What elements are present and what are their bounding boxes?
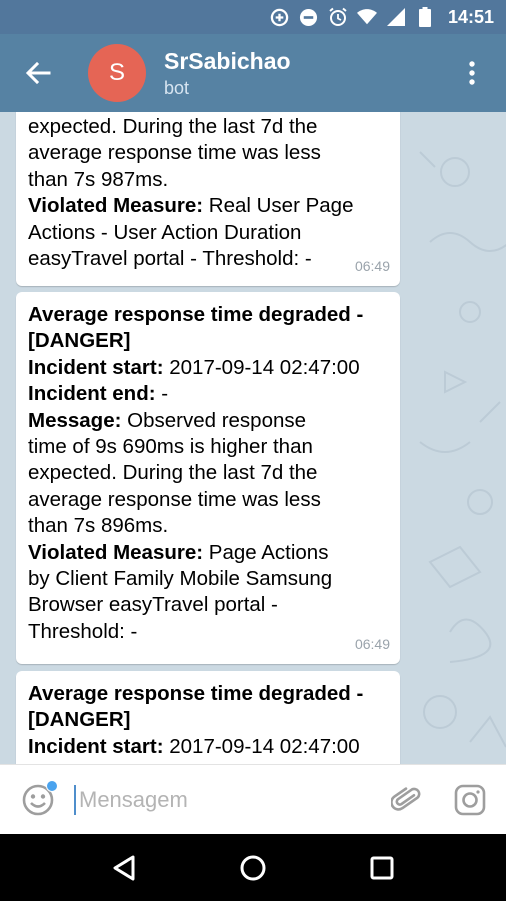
camera-icon bbox=[454, 784, 486, 815]
attach-button[interactable] bbox=[386, 780, 426, 820]
message-line: easyTravel portal - Threshold: - bbox=[28, 247, 312, 271]
instagram-camera-button[interactable] bbox=[450, 780, 490, 820]
message-line: expected. During the last 7d the bbox=[28, 115, 318, 138]
message-line: than 7s 987ms. bbox=[28, 167, 169, 191]
chat-title-block[interactable]: SrSabichao bot bbox=[164, 48, 452, 99]
message-line: Message: Observed response bbox=[28, 408, 307, 432]
paperclip-icon bbox=[391, 786, 421, 811]
back-arrow-icon bbox=[25, 62, 51, 84]
recents-square-icon bbox=[370, 856, 394, 879]
message-line: by Client Family Mobile Samsung bbox=[28, 567, 333, 591]
chat-subtitle: bot bbox=[164, 77, 190, 98]
message-line: average response time was less bbox=[28, 487, 321, 511]
message-line: average response time was less bbox=[28, 141, 321, 165]
message-line: time of 9s 690ms is higher than bbox=[28, 435, 313, 459]
message-line: [DANGER] bbox=[28, 708, 131, 732]
data-saver-icon bbox=[270, 7, 290, 27]
signal-icon bbox=[386, 7, 406, 27]
avatar-letter: S bbox=[108, 59, 125, 86]
status-time: 14:51 bbox=[447, 6, 494, 27]
chat-title: SrSabichao bbox=[164, 47, 291, 74]
nav-back-button[interactable] bbox=[99, 843, 149, 893]
message-line: Average response time degraded - bbox=[28, 682, 364, 705]
nav-home-button[interactable] bbox=[228, 843, 278, 893]
message-line: Violated Measure: Page Actions bbox=[28, 540, 329, 564]
message-line: Violated Measure: Real User Page bbox=[28, 194, 354, 218]
message-line: [DANGER] bbox=[28, 329, 131, 353]
message-input-bar: Mensagem bbox=[0, 764, 506, 834]
avatar[interactable]: S bbox=[88, 44, 146, 102]
back-triangle-icon bbox=[113, 855, 135, 880]
text-cursor bbox=[74, 784, 76, 815]
message-bubble[interactable]: Average response time degraded - [DANGER… bbox=[16, 292, 400, 664]
status-bar: 14:51 bbox=[0, 0, 506, 34]
chat-area[interactable]: expected. During the last 7d the average… bbox=[0, 112, 506, 764]
more-vert-icon bbox=[469, 61, 475, 85]
message-bubble[interactable]: Average response time degraded - [DANGER… bbox=[16, 671, 400, 764]
more-menu-button[interactable] bbox=[452, 45, 492, 101]
message-line: Browser easyTravel portal - bbox=[28, 593, 278, 617]
wifi-icon bbox=[356, 7, 377, 27]
notification-dot bbox=[46, 779, 58, 792]
message-time: 06:49 bbox=[354, 257, 390, 274]
emoji-button[interactable] bbox=[18, 779, 58, 820]
message-bubble[interactable]: expected. During the last 7d the average… bbox=[16, 112, 400, 286]
system-nav-bar bbox=[0, 834, 506, 901]
message-line: Threshold: - bbox=[28, 619, 138, 643]
message-line: Actions - User Action Duration bbox=[28, 220, 302, 244]
message-input[interactable]: Mensagem bbox=[74, 780, 386, 820]
message-line: Average response time degraded - bbox=[28, 303, 364, 326]
battery-icon bbox=[415, 7, 435, 27]
message-line: Incident end: - bbox=[28, 382, 169, 406]
back-button[interactable] bbox=[10, 45, 66, 101]
message-line: Incident start: 2017-09-14 02:47:00 bbox=[28, 734, 360, 758]
home-circle-icon bbox=[240, 855, 266, 880]
alarm-icon bbox=[328, 7, 348, 27]
message-line: expected. During the last 7d the bbox=[28, 461, 318, 485]
message-placeholder: Mensagem bbox=[79, 786, 188, 812]
message-time: 06:49 bbox=[354, 635, 390, 652]
message-line: than 7s 896ms. bbox=[28, 514, 169, 538]
chat-header: S SrSabichao bot bbox=[0, 34, 506, 112]
nav-recents-button[interactable] bbox=[357, 843, 407, 893]
message-line: Incident start: 2017-09-14 02:47:00 bbox=[28, 355, 360, 379]
do-not-disturb-icon bbox=[299, 7, 319, 27]
